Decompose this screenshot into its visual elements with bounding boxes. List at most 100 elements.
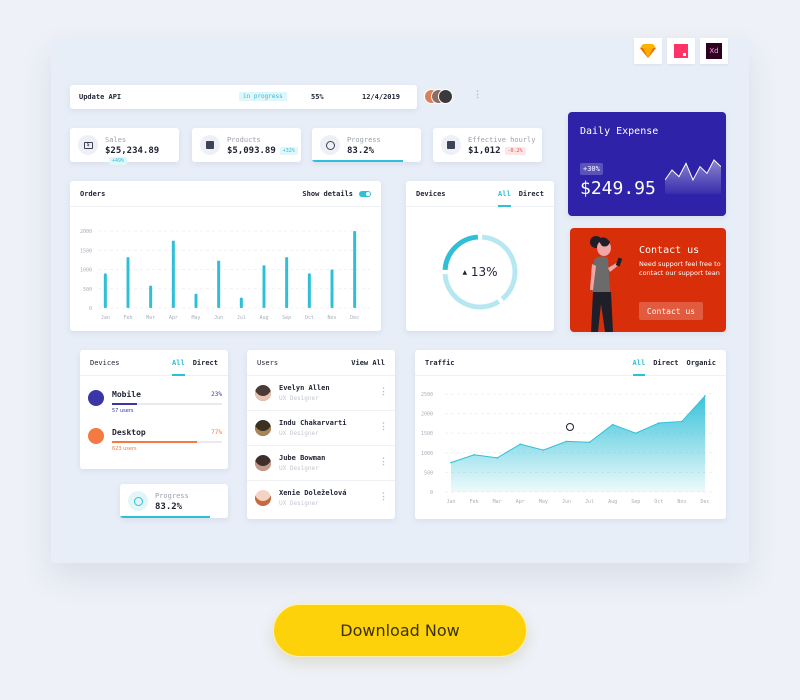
stat-label: Products <box>227 136 261 144</box>
task-row[interactable]: Update API in progress 55% 12/4/2019 ⋮ <box>70 85 482 109</box>
x-tick-label: May <box>191 315 200 321</box>
daily-expense-card: Daily Expense +30% $249.95 <box>568 112 726 216</box>
more-options-icon[interactable]: ⋮ <box>379 422 388 432</box>
tab-all[interactable]: All <box>172 350 185 376</box>
more-options-icon[interactable]: ⋮ <box>379 387 388 397</box>
daily-expense-title: Daily Expense <box>580 126 659 137</box>
user-role: UX Designer <box>279 500 319 507</box>
x-tick-label: Jul <box>585 499 594 505</box>
stat-label: Effective hourly <box>468 136 536 144</box>
device-item-mobile: Mobile 23% 57 users <box>88 390 222 418</box>
xd-button[interactable]: Xd <box>700 38 728 64</box>
tab-direct[interactable]: Direct <box>519 181 544 206</box>
x-tick-label: Feb <box>123 315 132 321</box>
user-list: Evelyn Allen UX Designer ⋮ Indu Chakarva… <box>247 376 395 516</box>
x-tick-label: Nov <box>677 499 686 505</box>
data-point <box>519 443 522 445</box>
download-now-button[interactable]: Download Now <box>273 604 527 657</box>
more-options-icon[interactable]: ⋮ <box>379 457 388 467</box>
device-users: 57 users <box>112 408 134 414</box>
tab-organic[interactable]: Organic <box>686 350 716 375</box>
bar <box>262 265 266 308</box>
data-point <box>611 423 614 426</box>
tab-direct[interactable]: Direct <box>653 350 678 375</box>
expense-sparkline <box>665 159 721 194</box>
show-details-toggle[interactable] <box>359 190 371 197</box>
y-tick-label: 2000 <box>80 229 92 235</box>
data-point <box>634 432 637 434</box>
traffic-card: Traffic All Direct Organic 0 500 1000 1500 2… <box>415 350 726 519</box>
contact-us-button[interactable]: Contact us <box>639 302 703 320</box>
y-tick-label: 1000 <box>80 268 92 274</box>
list-item[interactable]: Jube Bowman UX Designer ⋮ <box>247 446 395 481</box>
y-tick-label: 0 <box>89 306 92 312</box>
stat-value: $5,093.89 <box>227 146 276 156</box>
orders-card: Orders Show details 0 500 1000 1500 2000 Jan F… <box>70 181 381 331</box>
sketch-button[interactable] <box>634 38 662 64</box>
user-name: Xenie Doleželová <box>279 489 347 497</box>
task-title: Update API <box>79 93 122 101</box>
person-illustration <box>590 236 623 332</box>
tab-all[interactable]: All <box>632 350 645 376</box>
data-point <box>658 422 660 424</box>
user-name: Indu Chakarvarti <box>279 419 347 427</box>
status-badge: in progress <box>239 92 287 101</box>
contact-text: Need support feel free to contact our su… <box>639 260 721 277</box>
task-progress: 55% <box>311 93 324 101</box>
avatar <box>438 89 453 104</box>
devices-title: Devices <box>416 189 446 198</box>
device-users: 623 users <box>112 446 137 452</box>
devices-donut-card: Devices All Direct ▲ 13% <box>406 181 554 331</box>
daily-expense-badge: +30% <box>580 163 603 175</box>
invision-button[interactable] <box>667 38 695 64</box>
bar <box>171 240 175 308</box>
xd-icon: Xd <box>706 43 722 59</box>
invision-icon <box>674 44 688 58</box>
data-point <box>496 457 498 459</box>
x-tick-label: Apr <box>169 315 178 321</box>
stat-value: 83.2% <box>347 146 375 156</box>
area-fill <box>451 395 705 492</box>
tab-all[interactable]: All <box>498 181 511 207</box>
view-all-link[interactable]: View All <box>351 359 385 367</box>
data-point <box>704 395 706 397</box>
bar <box>194 293 198 308</box>
progress-value: 83.2% <box>155 502 183 512</box>
y-tick-label: 0 <box>430 490 433 496</box>
bar <box>307 273 311 308</box>
user-role: UX Designer <box>279 465 319 472</box>
bar <box>239 297 243 308</box>
data-point <box>588 441 591 444</box>
devices-list-title: Devices <box>90 358 120 367</box>
x-tick-label: Jul <box>237 315 246 321</box>
bag-icon <box>200 135 220 155</box>
user-role: UX Designer <box>279 395 319 402</box>
more-options-icon[interactable]: ⋮ <box>473 90 482 100</box>
data-point <box>473 453 475 456</box>
x-tick-label: Aug <box>608 499 617 505</box>
avatar <box>255 420 271 436</box>
more-options-icon[interactable]: ⋮ <box>379 492 388 502</box>
trend-up-icon: ▲ <box>462 269 468 276</box>
y-tick-label: 2500 <box>421 392 433 398</box>
y-tick-label: 1500 <box>421 431 433 437</box>
list-item[interactable]: Xenie Doleželová UX Designer ⋮ <box>247 481 395 516</box>
sparkline-fill <box>665 160 721 194</box>
task-date: 12/4/2019 <box>362 93 400 101</box>
bar <box>126 257 130 308</box>
progress-bar <box>120 516 228 518</box>
traffic-chart: 0 500 1000 1500 2000 2500 Jan Feb Mar Apr May Jun Ju… <box>421 392 715 505</box>
list-item[interactable]: Indu Chakarvarti UX Designer ⋮ <box>247 411 395 446</box>
tab-direct[interactable]: Direct <box>193 350 218 375</box>
list-item[interactable]: Evelyn Allen UX Designer ⋮ <box>247 376 395 411</box>
orders-title: Orders <box>80 189 106 198</box>
device-percent: 77% <box>211 429 222 436</box>
stat-card-sales: $ Sales $25,234.89+49% <box>70 128 179 165</box>
progress-label: Progress <box>155 492 189 500</box>
bar <box>330 269 334 308</box>
x-tick-label: Oct <box>305 315 314 321</box>
x-tick-label: Oct <box>654 499 663 505</box>
stat-badge: +49% <box>109 156 128 165</box>
y-tick-label: 500 <box>83 287 92 293</box>
contact-title: Contact us <box>639 245 700 256</box>
